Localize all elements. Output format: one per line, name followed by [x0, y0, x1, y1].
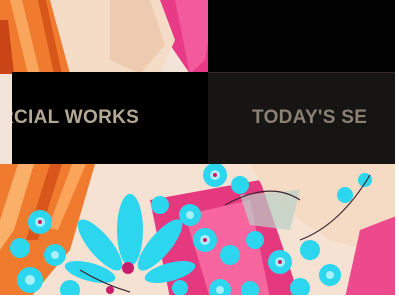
nav-item-label: TODAY'S SE	[252, 107, 368, 128]
main-navigation: RCIAL WORKS TODAY'S SE	[12, 72, 399, 164]
nav-item-todays-selection[interactable]: TODAY'S SE	[208, 72, 399, 164]
header-black-panel	[208, 0, 399, 74]
site-hero: RCIAL WORKS TODAY'S SE	[0, 0, 399, 298]
nav-top-border	[208, 72, 399, 73]
nav-item-commercial-works[interactable]: RCIAL WORKS	[12, 72, 208, 164]
nav-item-label: RCIAL WORKS	[12, 107, 140, 128]
frame-edge-right	[395, 0, 399, 298]
